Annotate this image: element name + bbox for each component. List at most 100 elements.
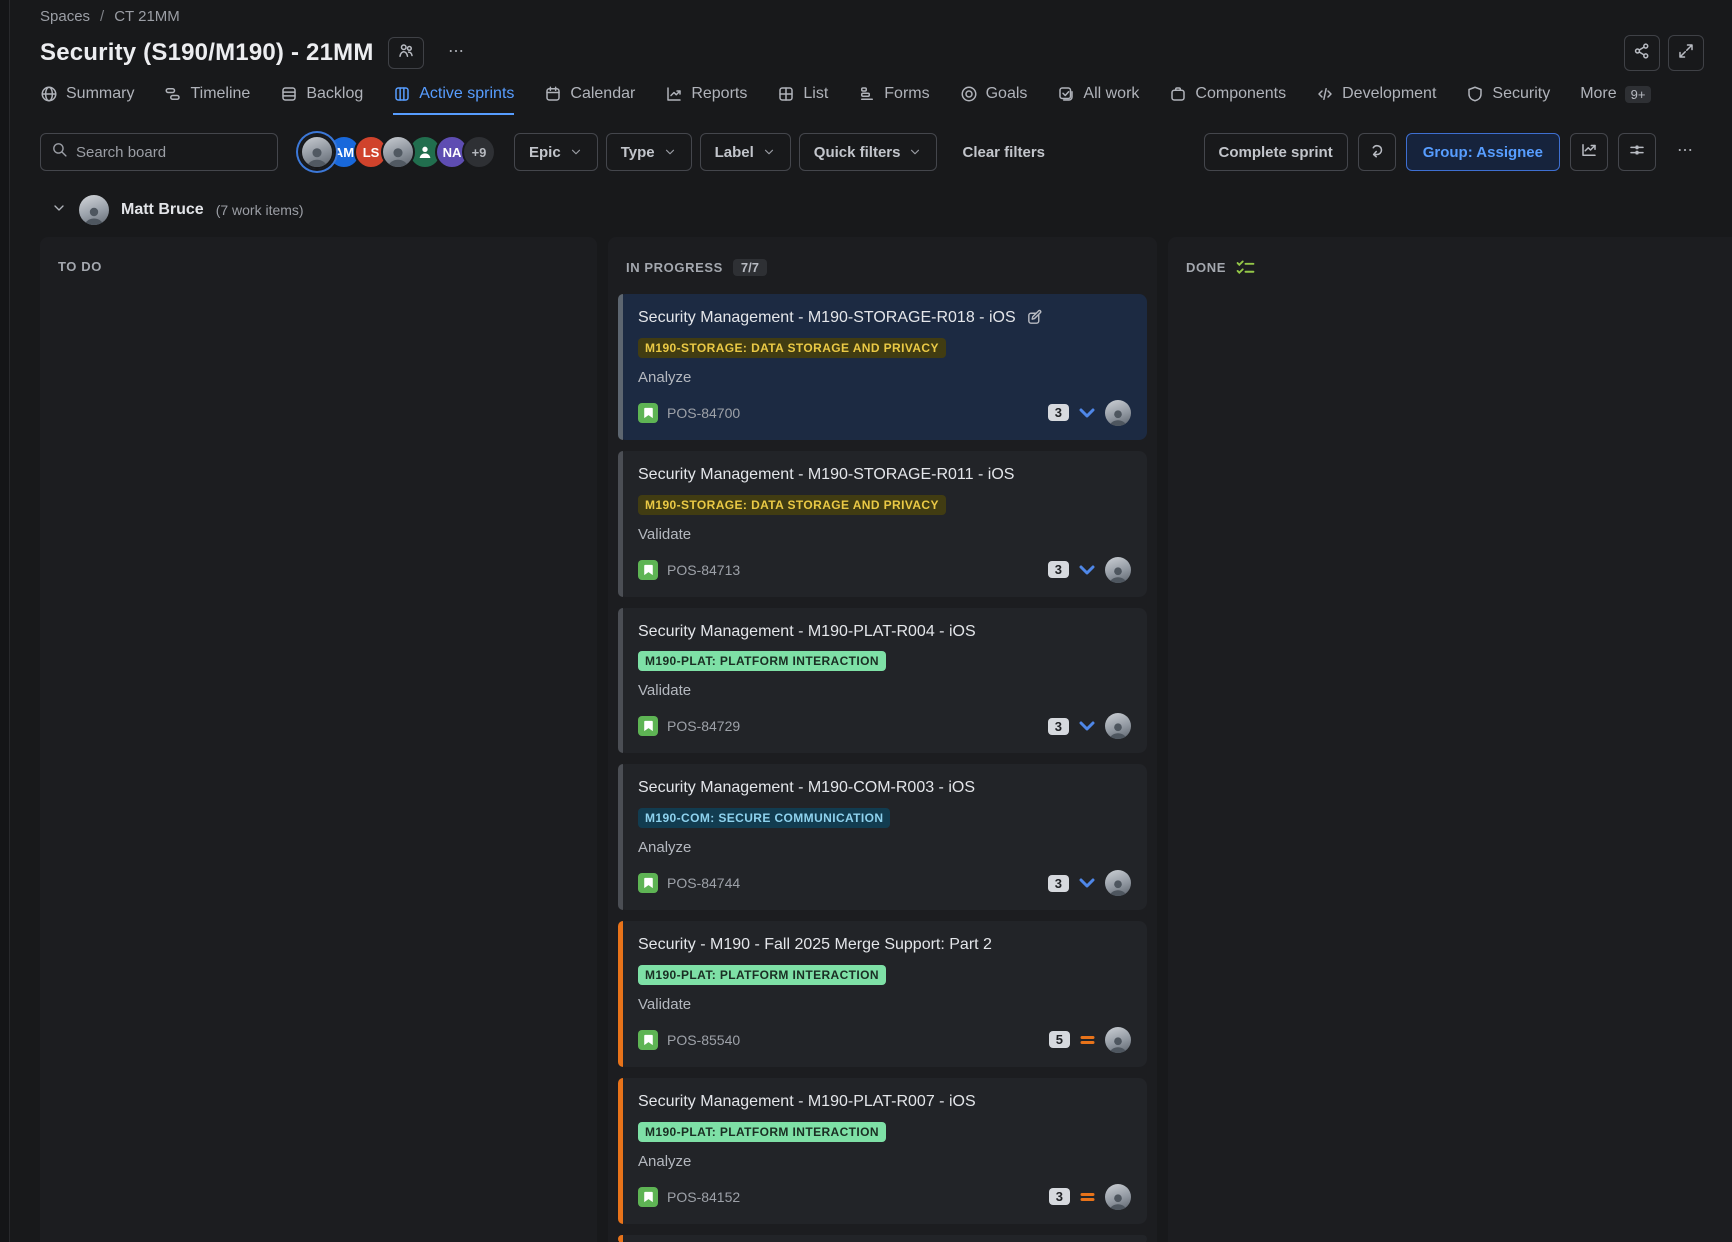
card-status: Validate (638, 682, 1131, 699)
share-button[interactable] (1624, 35, 1660, 71)
column-done: DONE (1168, 237, 1732, 1242)
issue-key[interactable]: POS-84152 (667, 1189, 740, 1205)
people-icon (397, 42, 415, 65)
group-by-button[interactable]: Group: Assignee (1406, 133, 1560, 171)
tab-timeline[interactable]: Timeline (164, 85, 250, 115)
issue-key[interactable]: POS-84729 (667, 718, 740, 734)
development-icon (1316, 85, 1334, 103)
estimate-badge: 3 (1048, 561, 1069, 578)
title-row: Security (S190/M190) - 21MM (11, 25, 1732, 71)
estimate-badge: 3 (1049, 1188, 1070, 1205)
expand-icon (1677, 42, 1695, 65)
board-more-button[interactable] (1666, 133, 1704, 171)
tab-label: Active sprints (419, 85, 514, 103)
automation-button[interactable] (1358, 133, 1396, 171)
tab-calendar[interactable]: Calendar (544, 85, 635, 115)
card-assignee-avatar[interactable] (1105, 1027, 1131, 1053)
insights-button[interactable] (1570, 133, 1608, 171)
column-todo-header: TO DO (40, 237, 597, 292)
avatar-overflow-badge[interactable]: +9 (462, 135, 496, 169)
search-input[interactable] (76, 144, 267, 161)
tab-label: Summary (66, 85, 134, 103)
timeline-icon (164, 85, 182, 103)
work-item-card[interactable]: Security Management - M190-PLAT-R007 - i… (618, 1078, 1147, 1224)
card-status: Analyze (638, 369, 1131, 386)
dropdown-label: Epic (529, 144, 561, 161)
breadcrumb-project[interactable]: CT 21MM (114, 8, 180, 25)
filter-avatar[interactable] (300, 135, 334, 169)
tab-backlog[interactable]: Backlog (280, 85, 363, 115)
tab-goals[interactable]: Goals (960, 85, 1028, 115)
tab-components[interactable]: Components (1169, 85, 1286, 115)
epic-label: M190-PLAT: PLATFORM INTERACTION (638, 651, 886, 671)
issue-key[interactable]: POS-84713 (667, 562, 740, 578)
work-item-card[interactable]: Security Management - M190-COM-R003 - iO… (618, 764, 1147, 910)
reports-icon (665, 85, 683, 103)
person-icon (417, 144, 433, 160)
tab-reports[interactable]: Reports (665, 85, 747, 115)
search-box[interactable] (40, 133, 278, 171)
estimate-badge: 3 (1048, 404, 1069, 421)
tab-forms[interactable]: Forms (858, 85, 929, 115)
filter-dropdown-type[interactable]: Type (606, 133, 692, 171)
people-button[interactable] (388, 37, 424, 69)
story-type-icon (638, 560, 658, 580)
column-done-header: DONE (1168, 237, 1732, 293)
ellipsis-icon (1676, 141, 1694, 164)
card-assignee-avatar[interactable] (1105, 1184, 1131, 1210)
estimate-badge: 3 (1048, 875, 1069, 892)
card-assignee-avatar[interactable] (1105, 870, 1131, 896)
collapse-group-button[interactable] (51, 200, 67, 221)
tab-active-sprints[interactable]: Active sprints (393, 85, 514, 115)
sprint-board: TO DO IN PROGRESS 7/7 Security Managemen… (11, 237, 1732, 1242)
tab-list[interactable]: List (777, 85, 828, 115)
column-todo: TO DO (40, 237, 597, 1242)
story-type-icon (638, 873, 658, 893)
work-item-card[interactable]: Security Management - M190-PLAT-R004 - i… (618, 608, 1147, 754)
fullscreen-button[interactable] (1668, 35, 1704, 71)
work-item-card-partial[interactable] (618, 1235, 1147, 1242)
tab-more[interactable]: More9+ (1580, 85, 1651, 115)
work-item-card[interactable]: Security - M190 - Fall 2025 Merge Suppor… (618, 921, 1147, 1067)
filter-dropdown-quick-filters[interactable]: Quick filters (799, 133, 938, 171)
work-item-card[interactable]: Security Management - M190-STORAGE-R011 … (618, 451, 1147, 597)
title-more-button[interactable] (438, 37, 474, 69)
chevron-down-icon (569, 145, 583, 159)
card-assignee-avatar[interactable] (1105, 557, 1131, 583)
filter-dropdown-label[interactable]: Label (700, 133, 791, 171)
issue-key[interactable]: POS-84744 (667, 875, 740, 891)
epic-label: M190-STORAGE: DATA STORAGE AND PRIVACY (638, 338, 946, 358)
tab-all-work[interactable]: All work (1057, 85, 1139, 115)
assignee-group-header: Matt Bruce (7 work items) (11, 171, 1732, 237)
card-assignee-avatar[interactable] (1105, 713, 1131, 739)
column-title: TO DO (58, 259, 102, 274)
issue-key[interactable]: POS-84700 (667, 405, 740, 421)
ellipsis-icon (447, 42, 465, 65)
sidebar-edge (0, 0, 10, 1242)
complete-sprint-button[interactable]: Complete sprint (1204, 133, 1348, 171)
work-item-card[interactable]: Security Management - M190-STORAGE-R018 … (618, 294, 1147, 440)
clear-filters-button[interactable]: Clear filters (947, 133, 1060, 171)
assignee-avatar-stack: AMLSNA+9 (300, 135, 496, 169)
sliders-icon (1628, 141, 1646, 164)
tab-label: More (1580, 85, 1616, 103)
filter-avatar[interactable] (381, 135, 415, 169)
breadcrumb-spaces[interactable]: Spaces (40, 8, 90, 25)
story-type-icon (638, 403, 658, 423)
tab-label: List (803, 85, 828, 103)
filter-dropdown-epic[interactable]: Epic (514, 133, 598, 171)
card-assignee-avatar[interactable] (1105, 400, 1131, 426)
tab-summary[interactable]: Summary (40, 85, 134, 115)
chevron-down-icon (663, 145, 677, 159)
tab-security[interactable]: Security (1466, 85, 1550, 115)
column-count-badge: 7/7 (733, 259, 767, 276)
assignee-avatar (79, 195, 109, 225)
board-settings-button[interactable] (1618, 133, 1656, 171)
chart-icon (1580, 141, 1598, 164)
tab-development[interactable]: Development (1316, 85, 1436, 115)
edit-summary-button[interactable] (1026, 309, 1043, 326)
tab-label: Goals (986, 85, 1028, 103)
issue-key[interactable]: POS-85540 (667, 1032, 740, 1048)
share-icon (1633, 42, 1651, 65)
card-status: Validate (638, 526, 1131, 543)
